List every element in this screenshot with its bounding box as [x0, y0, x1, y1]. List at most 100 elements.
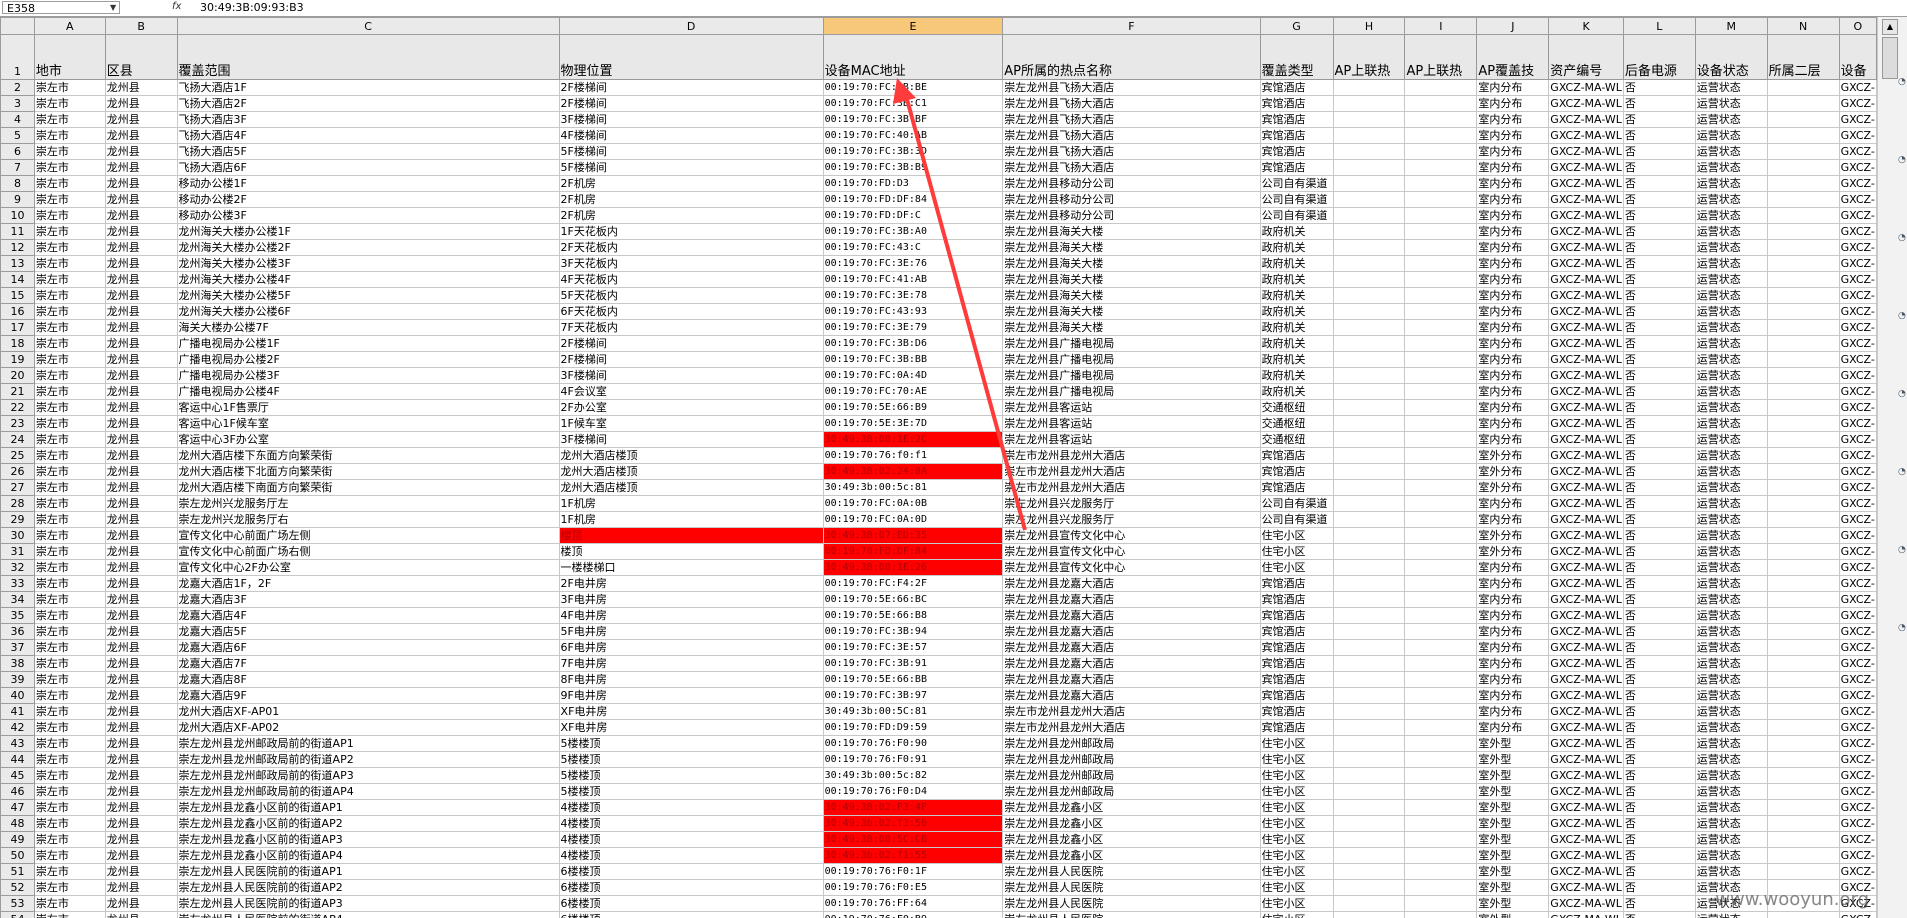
cell[interactable]: 龙州县 — [104, 655, 178, 672]
cell[interactable] — [1404, 847, 1478, 864]
cell[interactable]: 运营状态 — [1694, 815, 1768, 832]
cell[interactable]: 住宅小区 — [1259, 543, 1334, 560]
cell[interactable]: 1F天花板内 — [558, 223, 824, 240]
cell[interactable]: 崇左市 — [33, 687, 106, 704]
cell[interactable]: 宾馆酒店 — [1259, 687, 1334, 704]
cell[interactable]: GXCZ- — [1838, 351, 1877, 368]
cell[interactable] — [1404, 751, 1478, 768]
cell[interactable]: GXCZ-MA-WL — [1548, 319, 1624, 336]
cell[interactable]: 住宅小区 — [1259, 751, 1334, 768]
cell[interactable] — [1332, 623, 1406, 640]
row-number[interactable]: 30 — [0, 527, 35, 544]
cell[interactable]: 否 — [1622, 399, 1696, 416]
cell[interactable]: 公司自有渠道 — [1259, 207, 1334, 224]
cell[interactable]: 00:19:70:5E:66:B9 — [822, 399, 1004, 416]
cell[interactable] — [1766, 335, 1840, 352]
cell[interactable]: 崇左龙州县龙鑫小区前的街道AP4 — [176, 847, 560, 864]
row-number[interactable]: 29 — [0, 511, 35, 528]
cell[interactable]: GXCZ-MA-WL — [1548, 639, 1624, 656]
cell[interactable]: 否 — [1622, 911, 1696, 918]
cell[interactable] — [1404, 639, 1478, 656]
cell[interactable]: 6楼楼顶 — [558, 863, 824, 880]
cell[interactable]: 广播电视局办公楼4F — [176, 383, 560, 400]
cell[interactable]: 00:19:70:FC:3B:A0 — [822, 223, 1004, 240]
cell[interactable]: 室内分布 — [1476, 655, 1550, 672]
cell[interactable]: 运营状态 — [1694, 735, 1768, 752]
cell[interactable]: 崇左市 — [33, 207, 106, 224]
cell[interactable]: 否 — [1622, 863, 1696, 880]
cell[interactable]: 龙州县 — [104, 191, 178, 208]
cell[interactable] — [1332, 895, 1406, 912]
row-number[interactable]: 15 — [0, 287, 35, 304]
cell[interactable]: 宾馆酒店 — [1259, 575, 1334, 592]
cell[interactable]: 崇左龙州县兴龙服务厅 — [1002, 511, 1261, 528]
cell[interactable]: 否 — [1622, 671, 1696, 688]
cell[interactable]: GXCZ- — [1838, 495, 1877, 512]
cell[interactable]: 2F天花板内 — [558, 239, 824, 256]
cell[interactable] — [1766, 719, 1840, 736]
cell[interactable]: 2F楼梯间 — [558, 79, 824, 96]
formula-value[interactable]: 30:49:3B:09:93:B3 — [200, 1, 304, 15]
cell[interactable]: 崇左市 — [33, 431, 106, 448]
cell[interactable]: 崇左龙州县海关大楼 — [1002, 239, 1261, 256]
cell[interactable]: GXCZ- — [1838, 703, 1877, 720]
cell[interactable]: 龙州县 — [104, 751, 178, 768]
cell[interactable]: 室外型 — [1476, 847, 1550, 864]
cell[interactable] — [1404, 655, 1478, 672]
cell[interactable] — [1404, 719, 1478, 736]
cell[interactable]: 00:19:70:5E:66:BC — [822, 591, 1004, 608]
side-tool-icon[interactable]: ◔ — [1898, 155, 1907, 165]
cell[interactable]: 宾馆酒店 — [1259, 623, 1334, 640]
cell[interactable]: 崇左龙州县龙鑫小区 — [1002, 831, 1261, 848]
cell[interactable]: GXCZ-MA-WL — [1548, 655, 1624, 672]
cell[interactable]: GXCZ- — [1838, 511, 1877, 528]
cell[interactable]: 龙州县 — [104, 511, 178, 528]
row-number[interactable]: 8 — [0, 175, 35, 192]
cell[interactable]: 30:49:3b:00:5C:81 — [822, 703, 1004, 720]
cell[interactable] — [1404, 335, 1478, 352]
cell[interactable]: 崇左龙州兴龙服务厅右 — [176, 511, 560, 528]
cell[interactable] — [1332, 351, 1406, 368]
cell[interactable]: 5F楼梯间 — [558, 143, 824, 160]
cell[interactable]: 30:49:3B:07:ED:35 — [822, 527, 1004, 544]
cell[interactable] — [1766, 703, 1840, 720]
cell[interactable]: 00:19:70:FC:3B:91 — [822, 655, 1004, 672]
cell[interactable]: 飞扬大酒店2F — [176, 95, 560, 112]
row-number[interactable]: 49 — [0, 831, 35, 848]
row-number[interactable]: 22 — [0, 399, 35, 416]
cell[interactable]: 崇左龙州兴龙服务厅左 — [176, 495, 560, 512]
cell[interactable]: 崇左市 — [33, 879, 106, 896]
cell[interactable]: 崇左龙州县飞扬大酒店 — [1002, 95, 1261, 112]
cell[interactable] — [1332, 863, 1406, 880]
cell[interactable]: 崇左市龙州县龙州大酒店 — [1002, 447, 1261, 464]
cell[interactable]: GXCZ- — [1838, 799, 1877, 816]
cell[interactable]: GXCZ-MA-WL — [1548, 447, 1624, 464]
cell[interactable] — [1766, 543, 1840, 560]
row-number[interactable]: 2 — [0, 79, 35, 96]
cell[interactable]: 公司自有渠道 — [1259, 495, 1334, 512]
cell[interactable]: 00:19:70:FC:41:AB — [822, 271, 1004, 288]
row-number[interactable]: 52 — [0, 879, 35, 896]
cell[interactable] — [1332, 703, 1406, 720]
cell[interactable]: GXCZ-MA-WL — [1548, 95, 1624, 112]
cell[interactable]: 运营状态 — [1694, 255, 1768, 272]
cell[interactable] — [1332, 447, 1406, 464]
cell[interactable]: 龙州海关大楼办公楼1F — [176, 223, 560, 240]
cell[interactable]: 崇左市 — [33, 79, 106, 96]
cell[interactable]: 楼顶 — [558, 543, 824, 560]
cell[interactable] — [1766, 911, 1840, 918]
cell[interactable]: 崇左龙州县龙鑫小区前的街道AP1 — [176, 799, 560, 816]
cell[interactable]: 崇左龙州县龙州邮政局前的街道AP4 — [176, 783, 560, 800]
cell[interactable]: 崇左龙州县海关大楼 — [1002, 287, 1261, 304]
cell[interactable]: 海关大楼办公楼7F — [176, 319, 560, 336]
cell[interactable]: 崇左龙州县移动分公司 — [1002, 175, 1261, 192]
cell[interactable]: 00:19:70:76:F0:D4 — [822, 783, 1004, 800]
cell[interactable]: 崇左龙州县飞扬大酒店 — [1002, 111, 1261, 128]
cell[interactable]: 运营状态 — [1694, 367, 1768, 384]
cell[interactable]: 00:19:70:76:f0:f1 — [822, 447, 1004, 464]
cell[interactable]: 龙嘉大酒店7F — [176, 655, 560, 672]
cell[interactable]: GXCZ- — [1838, 719, 1877, 736]
cell[interactable]: 崇左龙州县宣传文化中心 — [1002, 527, 1261, 544]
fx-icon[interactable]: fx — [172, 1, 181, 12]
cell[interactable]: GXCZ-MA-WL — [1548, 735, 1624, 752]
